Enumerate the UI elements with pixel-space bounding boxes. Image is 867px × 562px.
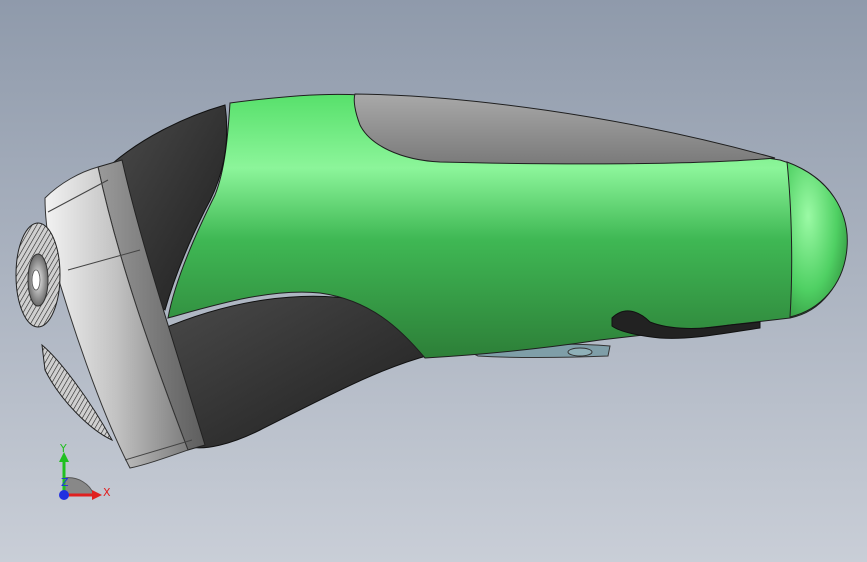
z-axis-label: Z <box>61 476 69 489</box>
cutter-head-top[interactable] <box>15 222 61 328</box>
cad-3d-viewport[interactable]: Y X Z <box>0 0 867 562</box>
underside-button <box>567 347 593 357</box>
axis-triad: Y X Z <box>50 440 120 510</box>
x-axis-arrow <box>92 490 102 500</box>
x-axis-label: X <box>103 486 111 499</box>
shaver-model-view[interactable] <box>0 0 867 562</box>
z-axis-dot <box>59 490 69 500</box>
y-axis-label: Y <box>60 442 67 455</box>
